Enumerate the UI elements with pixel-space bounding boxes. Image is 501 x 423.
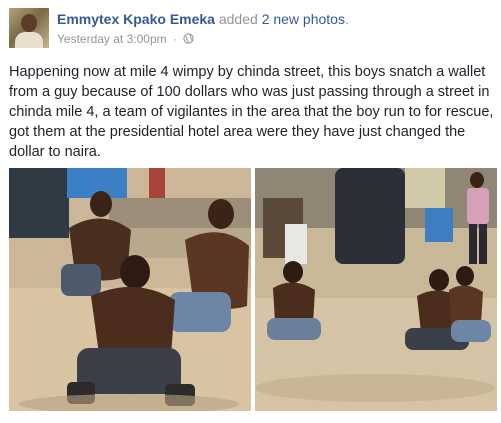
- timestamp-link[interactable]: Yesterday at 3:00pm: [57, 32, 167, 46]
- photos-link[interactable]: 2 new photos: [262, 11, 345, 27]
- photo-1-scene: [9, 168, 251, 411]
- action-suffix: .: [344, 11, 349, 27]
- post-header: Emmytex Kpako Emeka added 2 new photos. …: [9, 8, 489, 54]
- post-photo-2[interactable]: [255, 168, 497, 411]
- photo-2-scene: [255, 168, 497, 411]
- post-meta: Yesterday at 3:00pm ·: [57, 32, 194, 46]
- header-line: Emmytex Kpako Emeka added 2 new photos.: [57, 11, 349, 27]
- meta-separator: ·: [172, 32, 177, 46]
- post-body-text: Happening now at mile 4 wimpy by chinda …: [9, 64, 494, 160]
- avatar-shirt: [15, 32, 43, 48]
- globe-icon[interactable]: [183, 33, 194, 44]
- avatar[interactable]: [9, 8, 49, 48]
- author-name-link[interactable]: Emmytex Kpako Emeka: [57, 11, 215, 27]
- avatar-face: [21, 14, 37, 32]
- post-photo-1[interactable]: [9, 168, 251, 411]
- action-prefix: added: [218, 11, 258, 27]
